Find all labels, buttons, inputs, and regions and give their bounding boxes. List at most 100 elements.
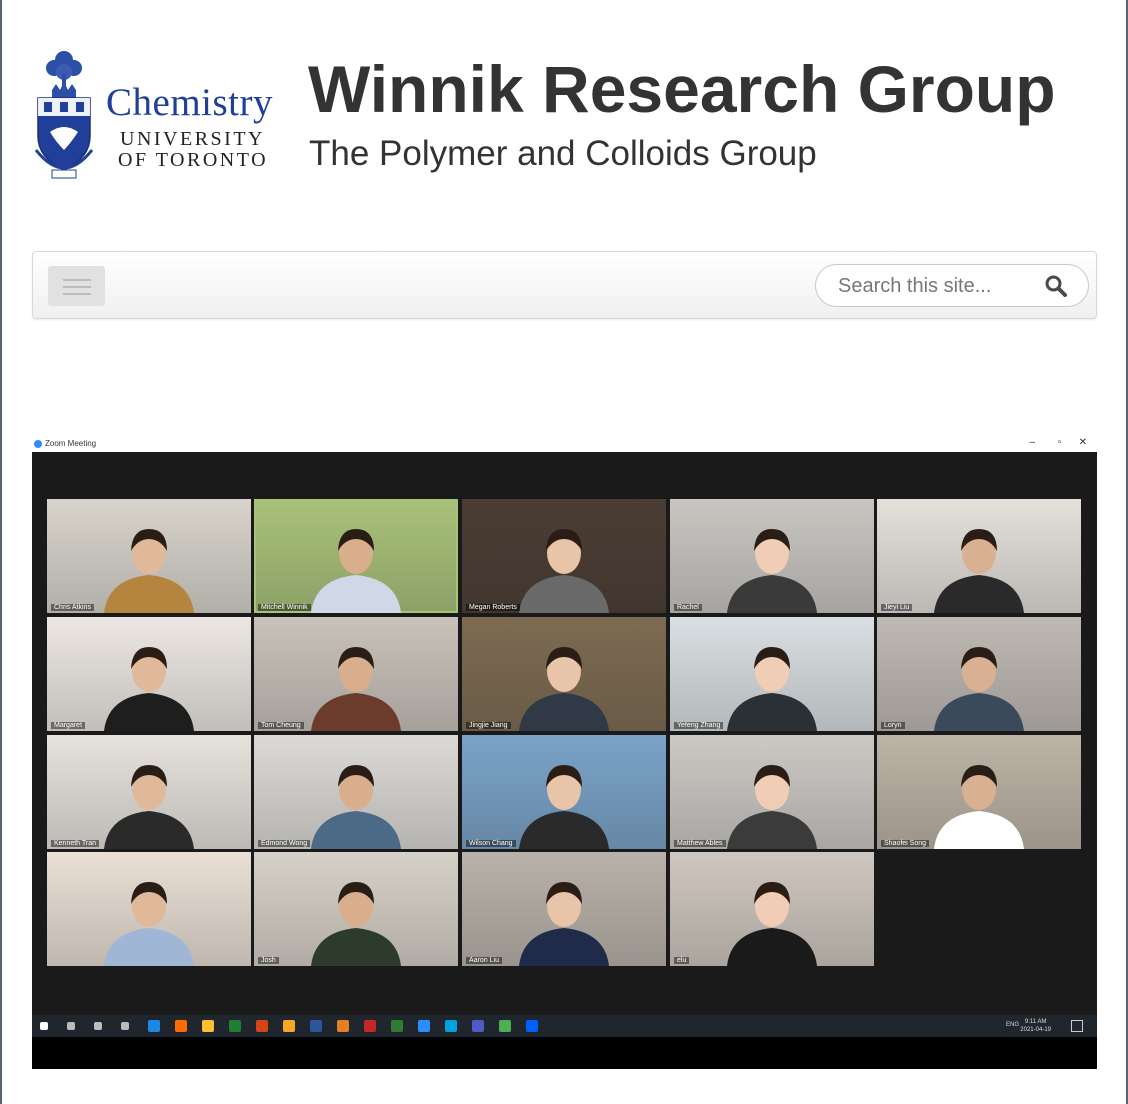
logo-university-text: UNIVERSITY (120, 128, 265, 150)
participant-tile[interactable]: Tom Cheung (254, 617, 458, 731)
participant-tile[interactable]: Matthew Ables (670, 735, 874, 849)
zoom-gallery-view: Chris Atkins Mitchell Winnik Megan Roberts… (32, 452, 1097, 1015)
participant-tile[interactable]: Loryn (877, 617, 1081, 731)
participant-avatar (104, 647, 194, 731)
taskbar-app-icon (472, 1020, 484, 1032)
participant-tile[interactable]: Jieyi Liu (877, 499, 1081, 613)
participant-avatar (311, 882, 401, 966)
participant-avatar (519, 882, 609, 966)
participant-tile[interactable]: Yefeng Zhang (670, 617, 874, 731)
participant-name: Loryn (881, 722, 905, 729)
logo-toronto-text: OF TORONTO (118, 149, 269, 171)
participant-avatar (104, 529, 194, 613)
taskbar-app-icon (526, 1020, 538, 1032)
taskbar-app-icon (94, 1022, 102, 1030)
site-subtitle: The Polymer and Colloids Group (309, 134, 817, 173)
menu-toggle-button[interactable] (48, 266, 105, 306)
participant-name: Josh (258, 957, 279, 964)
participant-avatar (519, 647, 609, 731)
close-icon: ✕ (1078, 437, 1087, 448)
taskbar-app-icon (310, 1020, 322, 1032)
uoft-chemistry-logo[interactable]: Chemistry UNIVERSITY OF TORONTO (34, 46, 289, 186)
taskbar-app-icon (229, 1020, 241, 1032)
taskbar-app-icon (337, 1020, 349, 1032)
participant-avatar (727, 529, 817, 613)
participant-tile[interactable]: Kenneth Tran (47, 735, 251, 849)
taskbar-clock: 9:11 AM 2021-04-19 (1020, 1019, 1051, 1033)
participant-tile[interactable]: Megan Roberts (462, 499, 666, 613)
taskbar-app-icon (283, 1020, 295, 1032)
search-form (815, 264, 1089, 307)
participant-name: Margaret (51, 722, 86, 729)
participant-avatar (727, 765, 817, 849)
participant-tile[interactable]: Shaofei Song (877, 735, 1081, 849)
participant-tile[interactable]: Wilson Chang (462, 735, 666, 849)
taskbar-app-icon (418, 1020, 430, 1032)
participant-name: Jieyi Liu (881, 604, 913, 611)
participant-tile[interactable]: Aaron Liu (462, 852, 666, 966)
participant-name: Edmond Wong (258, 840, 311, 847)
minimize-icon: – (1029, 437, 1035, 448)
windows-taskbar: ENG 9:11 AM 2021-04-19 (32, 1015, 1097, 1037)
hamburger-icon (63, 279, 91, 281)
participant-tile[interactable]: Mitchell Winnik (254, 499, 458, 613)
participant-tile[interactable] (47, 852, 251, 966)
taskbar-app-icon (148, 1020, 160, 1032)
notification-icon (1071, 1020, 1083, 1032)
participant-avatar (519, 765, 609, 849)
participant-avatar (727, 882, 817, 966)
uoft-crest-icon (34, 51, 94, 179)
participant-avatar (727, 647, 817, 731)
participant-name: Megan Roberts (466, 604, 520, 611)
page-border-left (0, 0, 2, 1104)
participant-name: Kenneth Tran (51, 840, 100, 847)
participant-avatar (934, 529, 1024, 613)
participant-tile[interactable]: Josh (254, 852, 458, 966)
participant-tile[interactable]: elu (670, 852, 874, 966)
participant-name: Chris Atkins (51, 604, 94, 611)
participant-tile[interactable]: Margaret (47, 617, 251, 731)
participant-avatar (519, 529, 609, 613)
participant-name: Wilson Chang (466, 840, 516, 847)
participant-avatar (934, 765, 1024, 849)
zoom-logo-icon (34, 440, 42, 448)
participant-tile[interactable]: Chris Atkins (47, 499, 251, 613)
site-title[interactable]: Winnik Research Group (308, 56, 1056, 122)
participant-name: Matthew Ables (674, 840, 726, 847)
participant-avatar (104, 882, 194, 966)
zoom-window-titlebar: Zoom Meeting – ▫ ✕ (32, 437, 1097, 452)
maximize-icon: ▫ (1057, 437, 1061, 448)
participant-name: Aaron Liu (466, 957, 502, 964)
taskbar-app-icon (202, 1020, 214, 1032)
taskbar-app-icon (40, 1022, 48, 1030)
search-icon[interactable] (1044, 274, 1068, 298)
taskbar-language: ENG (1005, 1022, 1019, 1028)
participant-name: Mitchell Winnik (258, 604, 311, 611)
participant-avatar (104, 765, 194, 849)
participant-avatar (311, 765, 401, 849)
taskbar-app-icon (67, 1022, 75, 1030)
participant-tile[interactable]: Edmond Wong (254, 735, 458, 849)
zoom-window-title: Zoom Meeting (45, 439, 97, 448)
participant-name: Rachel (674, 604, 702, 611)
main-navbar (32, 251, 1097, 319)
taskbar-app-icon (391, 1020, 403, 1032)
taskbar-app-icon (364, 1020, 376, 1032)
taskbar-app-icon (175, 1020, 187, 1032)
participant-avatar (311, 529, 401, 613)
taskbar-app-icon (256, 1020, 268, 1032)
participant-avatar (934, 647, 1024, 731)
participant-name: Yefeng Zhang (674, 722, 724, 729)
participant-tile[interactable]: Rachel (670, 499, 874, 613)
taskbar-app-icon (445, 1020, 457, 1032)
search-input[interactable] (836, 273, 1040, 299)
participant-tile[interactable]: Jingjie Jiang (462, 617, 666, 731)
participant-name: Shaofei Song (881, 840, 930, 847)
taskbar-app-icon (121, 1022, 129, 1030)
screen-bottom-strip (32, 1037, 1097, 1069)
logo-chemistry-text: Chemistry (106, 81, 273, 124)
participant-name: elu (674, 957, 690, 964)
participant-name: Jingjie Jiang (466, 722, 511, 729)
participant-avatar (311, 647, 401, 731)
participant-name: Tom Cheung (258, 722, 304, 729)
